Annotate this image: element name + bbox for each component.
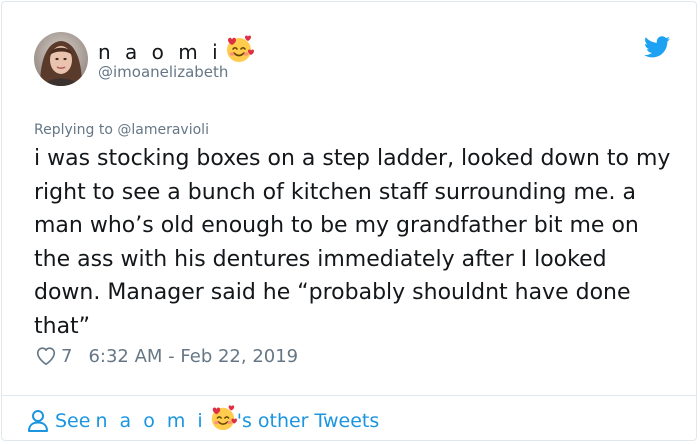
- smiling-face-with-hearts-icon: [209, 404, 237, 437]
- tweet-text: i was stocking boxes on a step ladder, l…: [34, 146, 671, 339]
- like-count[interactable]: 7: [61, 346, 72, 367]
- user-handle[interactable]: @imoanelizabeth: [98, 63, 228, 81]
- display-name-text: n a o m i: [98, 39, 222, 64]
- tweet-meta: 7 6:32 AM - Feb 22, 2019: [35, 345, 298, 367]
- person-icon: [28, 409, 48, 432]
- replying-to-line[interactable]: Replying to @lameravioli: [34, 122, 209, 138]
- avatar-photo: [34, 32, 88, 86]
- timestamp[interactable]: 6:32 AM - Feb 22, 2019: [88, 346, 298, 367]
- see-more-prefix: See: [55, 409, 91, 432]
- see-more-name: n a o m i: [95, 409, 206, 432]
- divider: [2, 395, 696, 396]
- heart-icon[interactable]: [35, 345, 57, 367]
- avatar[interactable]: [34, 32, 88, 86]
- see-more-suffix: 's other Tweets: [236, 409, 380, 432]
- twitter-bird-icon[interactable]: [644, 36, 670, 58]
- tweet-card: n a o m i @imoanelizabeth Replying to @l…: [1, 1, 697, 441]
- see-other-tweets-link[interactable]: See n a o m i 's other Tweets: [27, 404, 379, 437]
